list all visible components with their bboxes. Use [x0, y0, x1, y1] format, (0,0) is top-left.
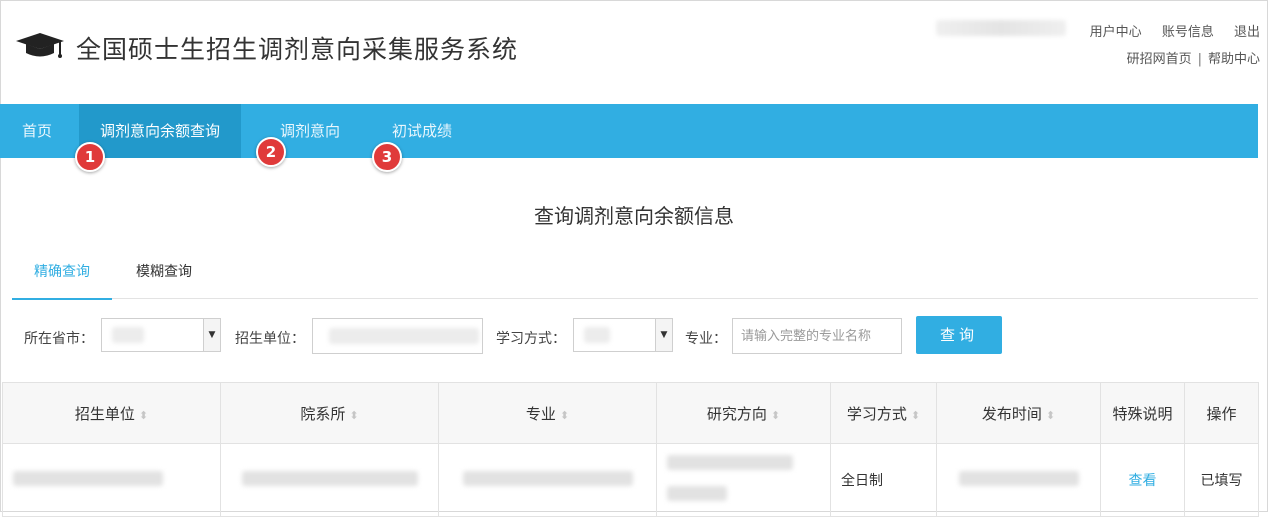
nav-item-adjust-intent[interactable]: 调剂意向 [280, 104, 340, 158]
cell-unit [2, 443, 221, 517]
sort-arrows-icon[interactable]: ⬍ [911, 409, 920, 422]
redacted-text [958, 470, 1079, 486]
user-center-link[interactable]: 用户中心 [1090, 25, 1142, 40]
view-note-link[interactable]: 查看 [1129, 473, 1157, 489]
unit-label: 招生单位： [235, 331, 305, 347]
major-label: 专业： [685, 331, 727, 347]
username-redacted [936, 20, 1066, 36]
graduation-cap-icon [14, 27, 66, 63]
unit-input[interactable] [312, 318, 483, 354]
cell-department [220, 443, 439, 517]
step-badge-2: 2 [256, 137, 286, 167]
col-header-major[interactable]: 专业 ⬍ [438, 382, 657, 444]
province-select[interactable]: ▼ [101, 318, 221, 352]
step-badge-1: 1 [75, 142, 105, 172]
col-header-special-note: 特殊说明 [1100, 382, 1185, 444]
tab-fuzzy-query[interactable]: 模糊查询 [136, 260, 192, 298]
sort-arrows-icon[interactable]: ⬍ [1046, 409, 1055, 422]
secondary-links: 研招网首页 | 帮助中心 [1127, 48, 1260, 67]
query-button[interactable]: 查询 [916, 316, 1002, 354]
yz-home-link[interactable]: 研招网首页 [1127, 52, 1192, 67]
redacted-text [667, 455, 793, 470]
chevron-down-icon: ▼ [655, 319, 672, 351]
col-header-research-direction[interactable]: 研究方向 ⬍ [656, 382, 831, 444]
logout-link[interactable]: 退出 [1234, 25, 1260, 40]
mode-select[interactable]: ▼ [573, 318, 673, 352]
sort-arrows-icon[interactable]: ⬍ [560, 409, 569, 422]
cell-major [438, 443, 657, 517]
table-row: 全日制 查看 已填写 [2, 443, 1259, 517]
major-input[interactable] [732, 318, 902, 354]
main-nav: 首页 调剂意向余额查询 调剂意向 初试成绩 [0, 104, 1258, 158]
col-header-publish-time[interactable]: 发布时间 ⬍ [936, 382, 1101, 444]
nav-item-home[interactable]: 首页 [22, 104, 52, 158]
nav-item-initial-score[interactable]: 初试成绩 [392, 104, 452, 158]
province-value-redacted [112, 327, 144, 343]
sort-arrows-icon[interactable]: ⬍ [139, 409, 148, 422]
mode-label: 学习方式： [496, 331, 566, 347]
unit-value-redacted [329, 328, 479, 344]
page-title: 查询调剂意向余额信息 [534, 204, 734, 228]
sort-arrows-icon[interactable]: ⬍ [771, 409, 780, 422]
results-table: 招生单位 ⬍ 院系所 ⬍ 专业 ⬍ 研究方向 ⬍ 学习方式 ⬍ 发布时间 ⬍ 特殊说明 操作… [2, 382, 1259, 517]
mode-value-redacted [584, 327, 610, 343]
cell-study-mode: 全日制 [830, 443, 937, 517]
query-tabs: 精确查询 模糊查询 [12, 260, 1258, 300]
province-label: 所在省市： [24, 331, 94, 347]
cell-publish-time [936, 443, 1101, 517]
col-header-unit[interactable]: 招生单位 ⬍ [2, 382, 221, 444]
help-center-link[interactable]: 帮助中心 [1208, 52, 1260, 67]
link-separator: | [1197, 52, 1202, 67]
redacted-text [241, 470, 418, 486]
col-header-study-mode[interactable]: 学习方式 ⬍ [830, 382, 937, 444]
top-links: 用户中心 账号信息 退出 [1074, 21, 1260, 40]
redacted-text [462, 470, 633, 486]
col-header-department[interactable]: 院系所 ⬍ [220, 382, 439, 444]
account-info-link[interactable]: 账号信息 [1162, 25, 1214, 40]
cell-research-direction [656, 443, 831, 517]
col-header-action: 操作 [1184, 382, 1259, 444]
tab-exact-query[interactable]: 精确查询 [12, 260, 112, 300]
sort-arrows-icon[interactable]: ⬍ [349, 409, 358, 422]
chevron-down-icon: ▼ [203, 319, 220, 351]
redacted-text [667, 486, 727, 501]
site-title: 全国硕士生招生调剂意向采集服务系统 [76, 35, 519, 64]
major-text-field[interactable] [733, 319, 901, 353]
step-badge-3: 3 [372, 142, 402, 172]
cell-action: 已填写 [1184, 443, 1259, 517]
table-header-row: 招生单位 ⬍ 院系所 ⬍ 专业 ⬍ 研究方向 ⬍ 学习方式 ⬍ 发布时间 ⬍ 特殊说明 操作 [2, 382, 1259, 444]
redacted-text [13, 470, 163, 486]
cell-special-note: 查看 [1100, 443, 1185, 517]
